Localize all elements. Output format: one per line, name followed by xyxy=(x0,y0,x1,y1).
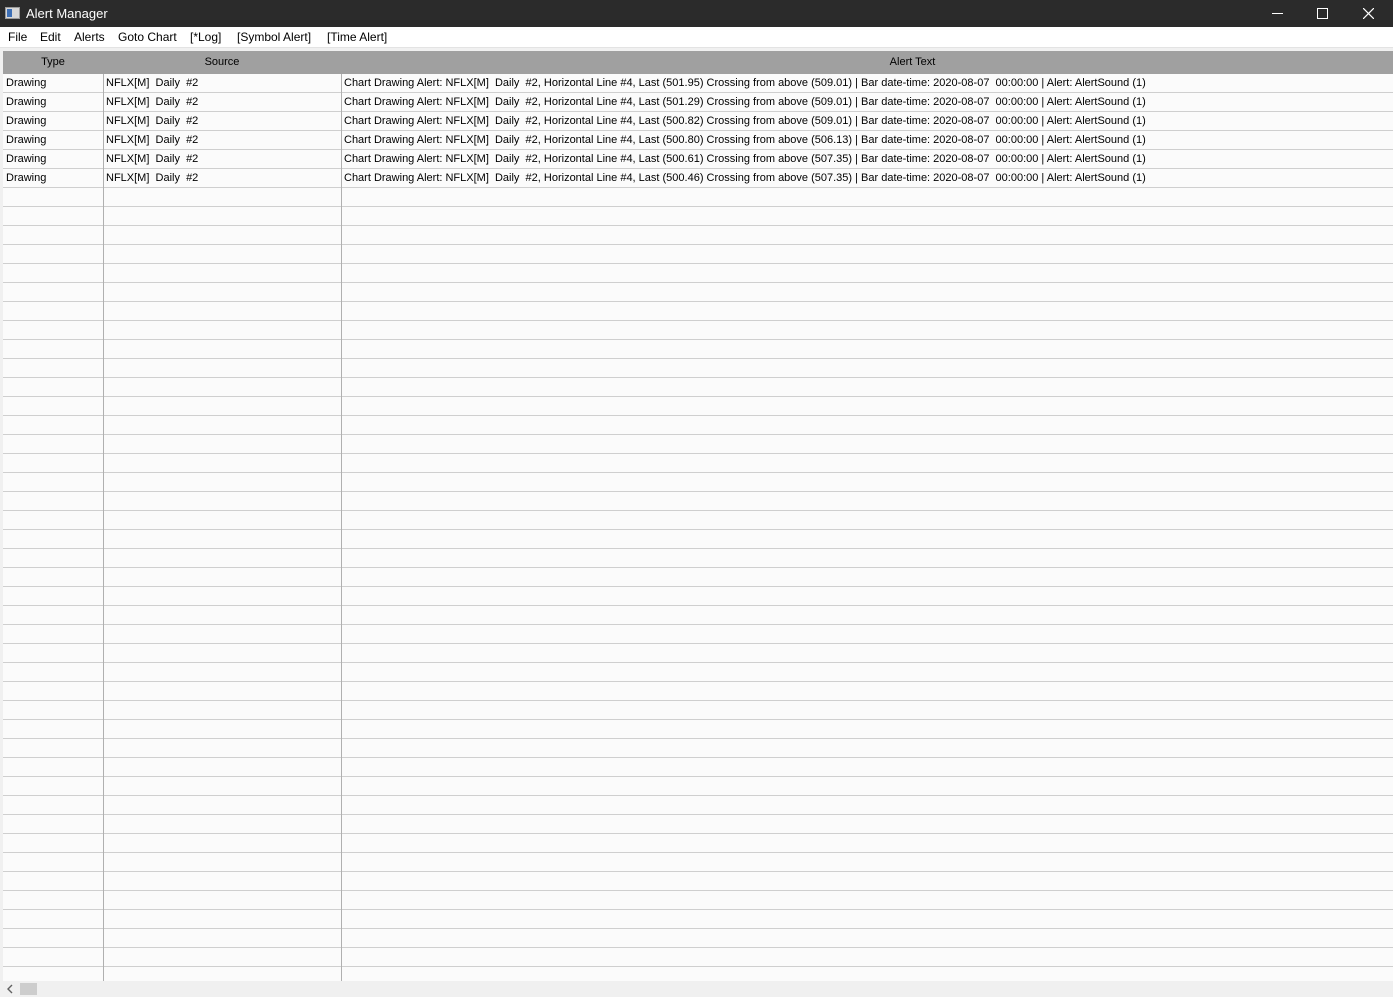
empty-table-row[interactable] xyxy=(3,188,1393,207)
title-bar[interactable]: Alert Manager xyxy=(0,0,1393,27)
empty-table-row[interactable] xyxy=(3,568,1393,587)
empty-table-row[interactable] xyxy=(3,891,1393,910)
empty-table-row[interactable] xyxy=(3,834,1393,853)
empty-table-row[interactable] xyxy=(3,663,1393,682)
cell-source: NFLX[M] Daily #2 xyxy=(106,172,199,184)
empty-table-row[interactable] xyxy=(3,359,1393,378)
empty-table-row[interactable] xyxy=(3,549,1393,568)
empty-table-row[interactable] xyxy=(3,397,1393,416)
column-header-alert-text[interactable]: Alert Text xyxy=(341,51,1393,74)
column-divider xyxy=(341,74,342,981)
cell-source: NFLX[M] Daily #2 xyxy=(106,134,199,146)
table-row[interactable]: Drawing NFLX[M] Daily #2 Chart Drawing Ale… xyxy=(3,150,1393,169)
cell-type: Drawing xyxy=(6,77,47,89)
cell-alert-text: Chart Drawing Alert: NFLX[M] Daily #2, H… xyxy=(344,134,1146,146)
cell-source: NFLX[M] Daily #2 xyxy=(106,96,199,108)
empty-table-row[interactable] xyxy=(3,606,1393,625)
empty-table-row[interactable] xyxy=(3,587,1393,606)
empty-table-row[interactable] xyxy=(3,378,1393,397)
app-icon xyxy=(5,7,20,19)
cell-type: Drawing xyxy=(6,153,47,165)
cell-type: Drawing xyxy=(6,172,47,184)
empty-table-row[interactable] xyxy=(3,739,1393,758)
table-row[interactable]: Drawing NFLX[M] Daily #2 Chart Drawing Ale… xyxy=(3,112,1393,131)
cell-alert-text: Chart Drawing Alert: NFLX[M] Daily #2, H… xyxy=(344,172,1146,184)
empty-table-row[interactable] xyxy=(3,492,1393,511)
close-button[interactable] xyxy=(1346,0,1392,27)
empty-table-row[interactable] xyxy=(3,625,1393,644)
scroll-thumb[interactable] xyxy=(20,983,37,995)
empty-table-row[interactable] xyxy=(3,815,1393,834)
empty-table-row[interactable] xyxy=(3,777,1393,796)
empty-table-row[interactable] xyxy=(3,644,1393,663)
cell-type: Drawing xyxy=(6,134,47,146)
alert-manager-window: Alert Manager File Edit Alerts Goto Char… xyxy=(0,0,1393,997)
maximize-button[interactable] xyxy=(1300,0,1346,27)
empty-table-row[interactable] xyxy=(3,283,1393,302)
empty-table-row[interactable] xyxy=(3,853,1393,872)
cell-type: Drawing xyxy=(6,96,47,108)
empty-table-row[interactable] xyxy=(3,796,1393,815)
empty-table-row[interactable] xyxy=(3,720,1393,739)
empty-table-row[interactable] xyxy=(3,416,1393,435)
empty-table-row[interactable] xyxy=(3,340,1393,359)
cell-alert-text: Chart Drawing Alert: NFLX[M] Daily #2, H… xyxy=(344,115,1146,127)
column-header-type[interactable]: Type xyxy=(3,51,103,74)
maximize-icon xyxy=(1317,8,1328,19)
cell-source: NFLX[M] Daily #2 xyxy=(106,153,199,165)
empty-table-row[interactable] xyxy=(3,207,1393,226)
empty-table-row[interactable] xyxy=(3,321,1393,340)
empty-table-row[interactable] xyxy=(3,473,1393,492)
empty-table-row[interactable] xyxy=(3,511,1393,530)
empty-table-row[interactable] xyxy=(3,872,1393,891)
horizontal-scrollbar[interactable] xyxy=(3,981,1393,997)
empty-table-row[interactable] xyxy=(3,226,1393,245)
table-row[interactable]: Drawing NFLX[M] Daily #2 Chart Drawing Ale… xyxy=(3,169,1393,188)
menu-log[interactable]: [*Log] xyxy=(190,29,221,45)
column-header-source[interactable]: Source xyxy=(103,51,341,74)
empty-table-row[interactable] xyxy=(3,758,1393,777)
cell-alert-text: Chart Drawing Alert: NFLX[M] Daily #2, H… xyxy=(344,96,1146,108)
empty-table-row[interactable] xyxy=(3,302,1393,321)
table-row[interactable]: Drawing NFLX[M] Daily #2 Chart Drawing Ale… xyxy=(3,131,1393,150)
menu-edit[interactable]: Edit xyxy=(40,29,61,45)
empty-table-row[interactable] xyxy=(3,910,1393,929)
cell-alert-text: Chart Drawing Alert: NFLX[M] Daily #2, H… xyxy=(344,77,1146,89)
menu-alerts[interactable]: Alerts xyxy=(74,29,105,45)
empty-table-row[interactable] xyxy=(3,948,1393,967)
menu-symbol-alert[interactable]: [Symbol Alert] xyxy=(237,29,311,45)
cell-source: NFLX[M] Daily #2 xyxy=(106,77,199,89)
empty-table-row[interactable] xyxy=(3,967,1393,981)
alert-grid[interactable]: Type Source Alert Text Drawing NFLX[M] Da… xyxy=(3,51,1393,981)
menu-time-alert[interactable]: [Time Alert] xyxy=(327,29,387,45)
scroll-left-arrow-icon[interactable] xyxy=(6,984,16,994)
empty-table-row[interactable] xyxy=(3,245,1393,264)
menu-bar: File Edit Alerts Goto Chart [*Log] [Symb… xyxy=(0,27,1393,48)
empty-table-row[interactable] xyxy=(3,435,1393,454)
close-icon xyxy=(1363,8,1374,19)
table-row[interactable]: Drawing NFLX[M] Daily #2 Chart Drawing Ale… xyxy=(3,93,1393,112)
column-divider xyxy=(103,74,104,981)
table-row[interactable]: Drawing NFLX[M] Daily #2 Chart Drawing Ale… xyxy=(3,74,1393,93)
cell-source: NFLX[M] Daily #2 xyxy=(106,115,199,127)
menu-file[interactable]: File xyxy=(8,29,27,45)
grid-header: Type Source Alert Text xyxy=(3,51,1393,74)
empty-table-row[interactable] xyxy=(3,454,1393,473)
cell-alert-text: Chart Drawing Alert: NFLX[M] Daily #2, H… xyxy=(344,153,1146,165)
window-title: Alert Manager xyxy=(26,6,108,21)
cell-type: Drawing xyxy=(6,115,47,127)
menu-goto-chart[interactable]: Goto Chart xyxy=(118,29,177,45)
empty-table-row[interactable] xyxy=(3,530,1393,549)
empty-table-row[interactable] xyxy=(3,682,1393,701)
empty-table-row[interactable] xyxy=(3,264,1393,283)
empty-table-row[interactable] xyxy=(3,929,1393,948)
minimize-button[interactable] xyxy=(1255,0,1301,27)
empty-table-row[interactable] xyxy=(3,701,1393,720)
minimize-icon xyxy=(1272,13,1283,14)
